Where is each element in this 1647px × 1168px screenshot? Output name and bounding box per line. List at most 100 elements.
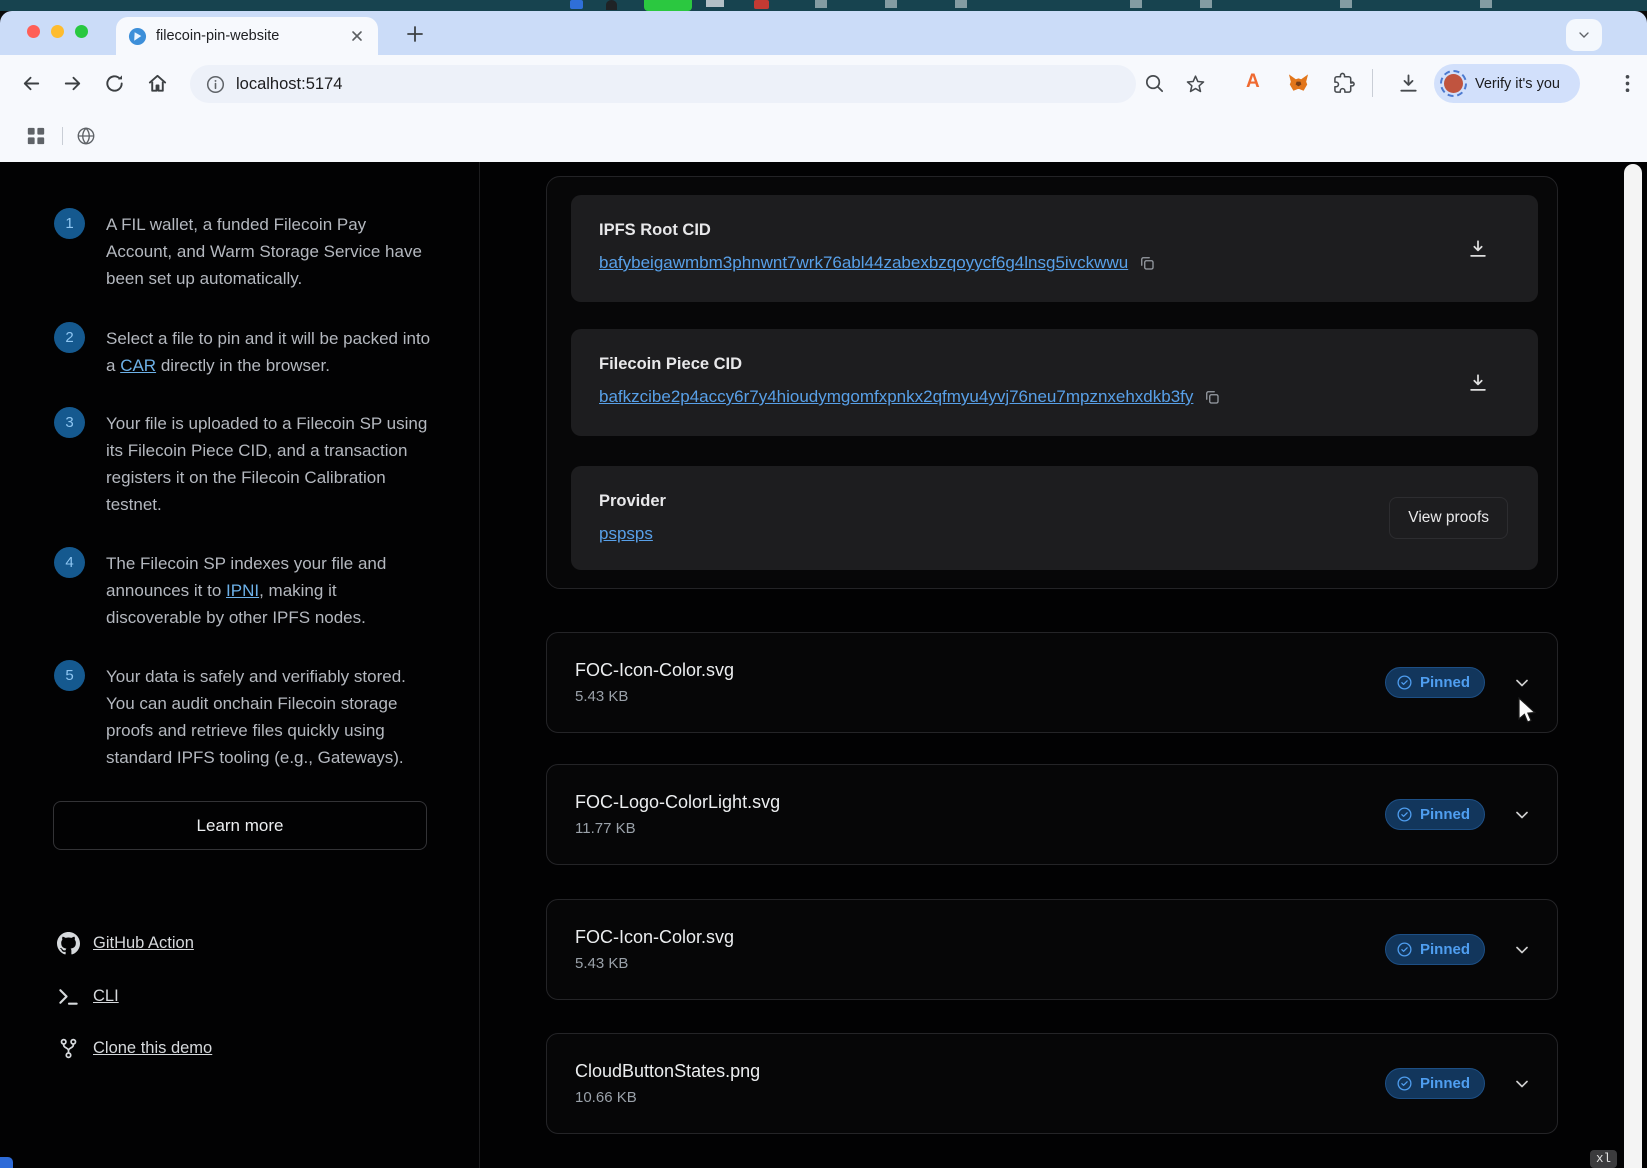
- globe-bookmark-icon[interactable]: [76, 126, 96, 146]
- file-row[interactable]: FOC-Icon-Color.svg 5.43 KB Pinned: [546, 899, 1558, 1000]
- desktop-artifact: [0, 1157, 13, 1168]
- verify-label: Verify it's you: [1475, 76, 1560, 92]
- tab-title: filecoin-pin-website: [156, 28, 348, 44]
- bookmarks-bar: [0, 112, 1647, 162]
- upload-result-panel: IPFS Root CID bafybeigawmbm3phnwnt7wrk76…: [546, 176, 1558, 589]
- pinned-label: Pinned: [1420, 941, 1470, 958]
- step-3: 3 Your file is uploaded to a Filecoin SP…: [54, 410, 427, 518]
- tab-strip: filecoin-pin-website: [0, 11, 1647, 55]
- browser-toolbar: localhost:5174 A Verify it's you: [0, 55, 1647, 112]
- menubar-status-icon: [606, 0, 617, 10]
- step-2: 2 Select a file to pin and it will be pa…: [54, 325, 427, 379]
- file-size: 11.77 KB: [575, 820, 1385, 837]
- ipfs-root-cid-link[interactable]: bafybeigawmbm3phnwnt7wrk76abl44zabexbzqo…: [599, 253, 1128, 273]
- file-row[interactable]: FOC-Icon-Color.svg 5.43 KB Pinned: [546, 632, 1558, 733]
- browser-tab[interactable]: filecoin-pin-website: [116, 17, 378, 55]
- download-car-button[interactable]: [1458, 229, 1498, 269]
- pinned-label: Pinned: [1420, 1075, 1470, 1092]
- tab-close-icon[interactable]: [348, 27, 366, 45]
- bookmark-star-icon[interactable]: [1184, 72, 1207, 95]
- browser-menu-button[interactable]: [1616, 72, 1639, 95]
- github-icon: [57, 932, 80, 955]
- maximize-window-button[interactable]: [75, 25, 88, 38]
- reload-button[interactable]: [103, 72, 126, 95]
- clone-demo-link[interactable]: Clone this demo: [57, 1037, 212, 1060]
- filecoin-piece-cid-card: Filecoin Piece CID bafkzcibe2p4accy6r7y4…: [571, 329, 1538, 436]
- address-bar[interactable]: localhost:5174: [190, 65, 1136, 103]
- ipni-link[interactable]: IPNI: [226, 581, 259, 600]
- main-content: IPFS Root CID bafybeigawmbm3phnwnt7wrk76…: [481, 162, 1647, 1168]
- menubar-status-icon: [1200, 0, 1212, 8]
- learn-more-button[interactable]: Learn more: [53, 801, 427, 850]
- extensions-puzzle-icon[interactable]: [1333, 72, 1356, 95]
- profile-avatar: [1440, 70, 1467, 97]
- zoom-magnifier-icon[interactable]: [1143, 72, 1166, 95]
- copy-icon[interactable]: [1138, 254, 1156, 272]
- pinned-label: Pinned: [1420, 806, 1470, 823]
- view-proofs-button[interactable]: View proofs: [1389, 497, 1508, 539]
- how-it-works-sidebar: 1 A FIL wallet, a funded Filecoin Pay Ac…: [0, 162, 480, 1168]
- profile-verify-chip[interactable]: Verify it's you: [1434, 64, 1580, 103]
- expand-file-button[interactable]: [1511, 804, 1533, 826]
- cli-link[interactable]: CLI: [57, 985, 119, 1008]
- file-row[interactable]: CloudButtonStates.png 10.66 KB Pinned: [546, 1033, 1558, 1134]
- screen: filecoin-pin-website localhost:5174 A: [0, 0, 1647, 1168]
- home-button[interactable]: [146, 72, 169, 95]
- copy-icon[interactable]: [1203, 388, 1221, 406]
- ipfs-root-cid-card: IPFS Root CID bafybeigawmbm3phnwnt7wrk76…: [571, 195, 1538, 302]
- step-5: 5 Your data is safely and verifiably sto…: [54, 663, 427, 771]
- metamask-extension-icon[interactable]: [1287, 72, 1310, 95]
- menubar-status-icon: [1130, 0, 1142, 8]
- step-3-text: Your file is uploaded to a Filecoin SP u…: [106, 410, 436, 518]
- file-meta: FOC-Logo-ColorLight.svg 11.77 KB: [575, 792, 1385, 837]
- apps-grid-icon[interactable]: [26, 126, 46, 146]
- tab-search-chevron-button[interactable]: [1566, 19, 1602, 51]
- pinned-label: Pinned: [1420, 674, 1470, 691]
- minimize-window-button[interactable]: [51, 25, 64, 38]
- downloads-button[interactable]: [1397, 72, 1420, 95]
- chevron-down-icon: [1576, 27, 1592, 43]
- file-meta: FOC-Icon-Color.svg 5.43 KB: [575, 660, 1385, 705]
- provider-link[interactable]: pspsps: [599, 524, 653, 544]
- download-piece-button[interactable]: [1458, 363, 1498, 403]
- step-4-text: The Filecoin SP indexes your file and an…: [106, 550, 436, 631]
- step-5-text-pre: Your data is safely and verifiably store…: [106, 667, 406, 767]
- site-info-icon[interactable]: [206, 75, 225, 94]
- close-window-button[interactable]: [27, 25, 40, 38]
- mouse-cursor: [1517, 697, 1539, 727]
- step-4-number: 4: [54, 547, 85, 578]
- menubar-status-icon: [570, 0, 583, 9]
- pinned-badge: Pinned: [1385, 1068, 1485, 1099]
- bookmarks-divider: [62, 127, 63, 145]
- step-2-text: Select a file to pin and it will be pack…: [106, 325, 436, 379]
- step-3-number: 3: [54, 407, 85, 438]
- step-5-number: 5: [54, 660, 85, 691]
- check-circle-icon: [1396, 1075, 1413, 1092]
- page-scrollbar[interactable]: [1624, 164, 1642, 1168]
- step-3-text-pre: Your file is uploaded to a Filecoin SP u…: [106, 414, 427, 514]
- download-icon: [1467, 238, 1489, 260]
- file-meta: FOC-Icon-Color.svg 5.43 KB: [575, 927, 1385, 972]
- check-circle-icon: [1396, 674, 1413, 691]
- step-1-number: 1: [54, 208, 85, 239]
- browser-window: filecoin-pin-website localhost:5174 A: [0, 11, 1647, 1168]
- expand-file-button[interactable]: [1511, 1073, 1533, 1095]
- menubar-status-icon: [1480, 0, 1492, 8]
- file-size: 5.43 KB: [575, 955, 1385, 972]
- menubar-status-icon: [706, 0, 724, 7]
- step-1: 1 A FIL wallet, a funded Filecoin Pay Ac…: [54, 211, 427, 292]
- step-1-text-pre: A FIL wallet, a funded Filecoin Pay Acco…: [106, 215, 422, 288]
- extension-a-icon[interactable]: A: [1246, 71, 1260, 93]
- back-button[interactable]: [20, 72, 43, 95]
- page-content: 1 A FIL wallet, a funded Filecoin Pay Ac…: [0, 162, 1647, 1168]
- filecoin-favicon: [128, 27, 147, 46]
- github-action-link[interactable]: GitHub Action: [57, 932, 194, 955]
- step-2-text-post: directly in the browser.: [156, 356, 330, 375]
- expand-file-button[interactable]: [1511, 672, 1533, 694]
- filecoin-piece-cid-link[interactable]: bafkzcibe2p4accy6r7y4hioudymgomfxpnkx2qf…: [599, 387, 1193, 407]
- new-tab-button[interactable]: [404, 23, 426, 45]
- file-row[interactable]: FOC-Logo-ColorLight.svg 11.77 KB Pinned: [546, 764, 1558, 865]
- expand-file-button[interactable]: [1511, 939, 1533, 961]
- forward-button[interactable]: [61, 72, 84, 95]
- car-link[interactable]: CAR: [120, 356, 156, 375]
